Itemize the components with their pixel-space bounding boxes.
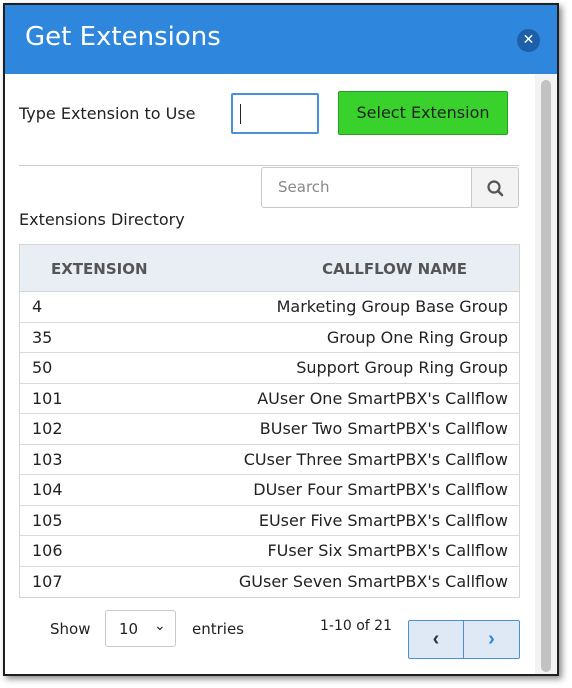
scrollbar-thumb[interactable]: [541, 80, 551, 672]
close-icon[interactable]: ✕: [517, 29, 540, 52]
column-header-extension[interactable]: EXTENSION: [51, 260, 148, 278]
dialog-title: Get Extensions: [25, 22, 221, 52]
cell-callflow-name: BUser Two SmartPBX's Callflow: [259, 419, 508, 438]
table-row[interactable]: 50 Support Group Ring Group: [20, 353, 519, 384]
page-info: 1-10 of 21: [320, 618, 392, 634]
chevron-left-icon: ‹: [432, 628, 440, 650]
table-row[interactable]: 101 AUser One SmartPBX's Callflow: [20, 384, 519, 414]
cell-extension: 101: [32, 388, 63, 408]
scrollbar[interactable]: [535, 74, 557, 674]
type-extension-label: Type Extension to Use: [19, 104, 196, 123]
cell-extension: 50: [32, 358, 53, 377]
text-caret: [240, 104, 241, 124]
cell-callflow-name: Group One Ring Group: [326, 327, 508, 347]
search-icon: [487, 180, 504, 197]
cell-extension: 103: [32, 449, 63, 469]
cell-callflow-name: CUser Three SmartPBX's Callflow: [243, 449, 508, 469]
table-row[interactable]: 105 EUser Five SmartPBX's Callflow: [20, 506, 519, 536]
next-page-button[interactable]: ›: [464, 621, 519, 658]
extensions-table: EXTENSION CALLFLOW NAME 4 Marketing Group…: [19, 244, 520, 598]
dialog-header: Get Extensions ✕: [5, 5, 557, 74]
table-row[interactable]: 106 FUser Six SmartPBX's Callflow: [20, 536, 519, 567]
cell-extension: 107: [32, 571, 63, 591]
get-extensions-dialog: Get Extensions ✕ Type Extension to Use S…: [3, 3, 559, 676]
chevron-right-icon: ›: [488, 628, 495, 650]
table-row[interactable]: 35 Group One Ring Group: [20, 323, 519, 353]
previous-page-button[interactable]: ‹: [409, 621, 463, 658]
table-row[interactable]: 104 DUser Four SmartPBX's Callflow: [20, 475, 519, 506]
table-row[interactable]: 107 GUser Seven SmartPBX's Callflow: [20, 567, 519, 598]
search-button[interactable]: [471, 167, 519, 208]
table-row[interactable]: 103 CUser Three SmartPBX's Callflow: [20, 445, 519, 475]
extension-input[interactable]: [231, 93, 319, 134]
cell-callflow-name: AUser One SmartPBX's Callflow: [257, 388, 508, 408]
table-header: EXTENSION CALLFLOW NAME: [20, 245, 519, 292]
cell-extension: 4: [32, 297, 43, 316]
entries-per-page-select[interactable]: 10 ⌄: [105, 610, 176, 647]
search-input[interactable]: Search: [261, 167, 472, 208]
table-row[interactable]: 4 Marketing Group Base Group: [20, 292, 519, 323]
cell-callflow-name: DUser Four SmartPBX's Callflow: [253, 480, 508, 499]
cell-extension: 102: [32, 419, 63, 438]
entries-select-value: 10: [119, 620, 139, 638]
table-row[interactable]: 102 BUser Two SmartPBX's Callflow: [20, 414, 519, 445]
cell-extension: 105: [32, 510, 63, 530]
column-header-callflow-name[interactable]: CALLFLOW NAME: [322, 260, 467, 278]
extensions-directory-label: Extensions Directory: [19, 210, 185, 229]
show-label: Show: [50, 620, 91, 638]
divider: [19, 165, 519, 166]
cell-callflow-name: Support Group Ring Group: [296, 358, 508, 377]
cell-callflow-name: Marketing Group Base Group: [276, 297, 508, 316]
cell-callflow-name: EUser Five SmartPBX's Callflow: [258, 510, 508, 530]
pagination: ‹ ›: [408, 620, 520, 659]
entries-label: entries: [192, 620, 244, 638]
chevron-down-icon: ⌄: [154, 618, 166, 634]
cell-extension: 106: [32, 541, 63, 560]
cell-callflow-name: FUser Six SmartPBX's Callflow: [267, 541, 508, 560]
cell-extension: 104: [32, 480, 63, 499]
cell-callflow-name: GUser Seven SmartPBX's Callflow: [238, 571, 508, 591]
select-extension-button[interactable]: Select Extension: [338, 91, 508, 135]
cell-extension: 35: [32, 327, 53, 347]
